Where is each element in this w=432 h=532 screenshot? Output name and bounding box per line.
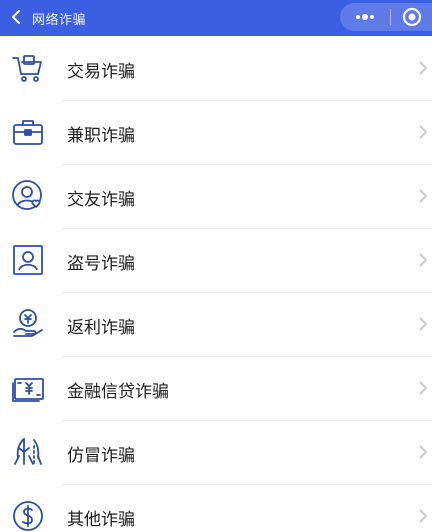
list-item-account-theft[interactable]: 盗号诈骗 [0,228,432,292]
list-item-impersonation[interactable]: 仿冒诈骗 [0,420,432,484]
coin-hand-icon [10,306,46,342]
list-item-label: 返利诈骗 [67,318,135,338]
chevron-left-icon [12,10,20,24]
chevron-right-icon [419,509,428,523]
chevron-right-icon [419,125,428,139]
list-item-label: 交友诈骗 [67,190,135,210]
chevron-right-icon [419,189,428,203]
user-heart-icon [10,178,46,214]
impersonation-icon [10,434,46,470]
chevron-right-icon [419,253,428,267]
list-item-label: 仿冒诈骗 [67,446,135,466]
list-item-finance-loan[interactable]: 金融信贷诈骗 [0,356,432,420]
dollar-circle-icon [10,498,46,532]
list-item-dating[interactable]: 交友诈骗 [0,164,432,228]
list-item-trade[interactable]: 交易诈骗 [0,36,432,100]
money-bill-icon [10,370,46,406]
chevron-right-icon [419,317,428,331]
list-item-rebate[interactable]: 返利诈骗 [0,292,432,356]
more-dots-icon [356,14,374,20]
page-title: 网络诈骗 [32,13,87,28]
list-item-label: 交易诈骗 [67,62,135,82]
list-item-label: 其他诈骗 [67,510,135,530]
account-card-icon [10,242,46,278]
close-button[interactable] [391,3,432,31]
chevron-right-icon [419,445,428,459]
more-button[interactable] [340,3,390,31]
miniprogram-capsule [340,3,432,31]
list-item-parttime[interactable]: 兼职诈骗 [0,100,432,164]
shopping-cart-icon [10,50,46,86]
list-item-label: 盗号诈骗 [67,254,135,274]
list-item-label: 兼职诈骗 [67,126,135,146]
briefcase-icon [10,114,46,150]
back-button[interactable] [4,4,28,30]
fraud-category-list: 交易诈骗 兼职诈骗 交友诈骗 盗号诈骗 返利诈骗 金融信贷诈骗 仿冒诈骗 其他诈… [0,36,432,532]
list-item-other[interactable]: 其他诈骗 [0,484,432,532]
chevron-right-icon [419,61,428,75]
header-bar: 网络诈骗 [0,0,432,36]
list-item-label: 金融信贷诈骗 [67,382,169,402]
chevron-right-icon [419,381,428,395]
target-close-icon [402,7,421,27]
